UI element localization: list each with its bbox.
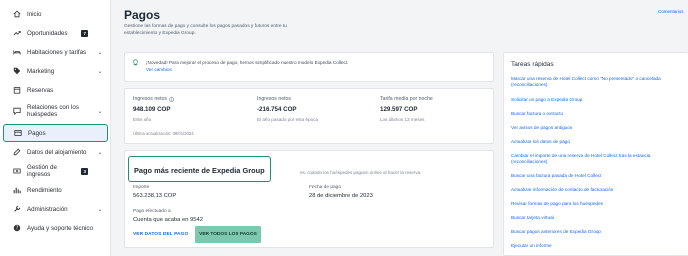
sidebar-item-datos-alojamiento[interactable]: Datos del alojamiento ⌄ [3, 147, 108, 157]
sidebar-item-relaciones[interactable]: Relaciones con los huéspedes ⌄ [3, 103, 108, 119]
home-icon [12, 9, 22, 19]
help-icon: ? [12, 223, 22, 233]
stat-label-text: Ingresos netos [133, 96, 168, 102]
sidebar-item-label: Inicio [27, 10, 42, 18]
stat-period: Los últimos 12 meses [380, 117, 425, 122]
sidebar-item-marketing[interactable]: Marketing ⌄ [3, 66, 108, 76]
payment-date-field: Fecha de pago 28 de diciembre de 2023 [309, 185, 373, 199]
stat-label: Ingresos netos [257, 96, 292, 102]
chevron-down-icon: ⌄ [97, 108, 103, 115]
sidebar-item-label: Pagos [28, 129, 46, 137]
quick-tasks-title: Tareas rápidas [511, 61, 554, 68]
recent-payment-title: Pago más reciente de Expedia Group [134, 166, 265, 175]
stat-value: 129.597 COP [380, 106, 418, 113]
sidebar-item-reservas[interactable]: Reservas [3, 85, 108, 95]
account-value: Cuenta que acaba en 9542 [133, 217, 203, 223]
payment-date-value: 28 de diciembre de 2023 [309, 193, 373, 199]
sidebar-item-label: Administración [27, 205, 68, 213]
sidebar: Inicio Oportunidades 7 Habitaciones y ta… [0, 0, 111, 256]
sidebar-item-label: Reservas [27, 86, 54, 94]
sidebar-item-ayuda[interactable]: ? Ayuda y soporte técnico [3, 223, 108, 233]
notice-text: ¡Novedad! Para mejorar el proceso de pag… [146, 60, 356, 73]
sidebar-item-label: Gestión de ingresos [27, 164, 57, 178]
task-link[interactable]: Buscar tarjeta virtual [511, 215, 687, 221]
tag-icon [12, 66, 22, 76]
sidebar-item-oportunidades[interactable]: Oportunidades 7 [3, 28, 108, 38]
task-link[interactable]: Ejecutar un informe [511, 243, 687, 249]
edit-icon [12, 147, 22, 157]
stat-average-nightly-rate: Tarifa media por noche 129.597 COP Los ú… [380, 96, 490, 122]
sidebar-item-label: Relaciones con los huéspedes [27, 104, 79, 118]
sidebar-item-label: Marketing [27, 67, 55, 75]
wrench-icon [12, 204, 22, 214]
task-link[interactable]: Buscar factura o extracto [511, 111, 687, 117]
account-label: Pago efectuado a [133, 209, 171, 214]
sidebar-item-label: Habitaciones y tarifas [27, 48, 87, 56]
chevron-down-icon: ⌄ [97, 206, 103, 213]
sidebar-item-pagos[interactable]: Pagos [3, 124, 108, 142]
sidebar-item-rendimiento[interactable]: Rendimiento [3, 185, 108, 195]
revenue-stats-card: Ingresos netos 948.109 COP Este año Ingr… [124, 88, 494, 144]
account-field: Pago efectuado a Cuenta que acaba en 954… [133, 209, 203, 223]
chat-icon [12, 106, 22, 116]
chevron-down-icon: ⌄ [97, 149, 103, 156]
notification-badge: 3 [81, 167, 88, 175]
sidebar-item-habitaciones[interactable]: Habitaciones y tarifas ⌄ [3, 47, 108, 57]
lightbulb-icon [133, 59, 138, 66]
task-link[interactable]: Ver avisos de pagos antiguos [511, 125, 687, 131]
sidebar-item-inicio[interactable]: Inicio [3, 9, 108, 19]
chevron-down-icon: ⌄ [97, 68, 103, 75]
last-updated: Última actualización: 09/01/2024 [133, 131, 194, 136]
chevron-down-icon: ⌄ [97, 49, 103, 56]
recent-payment-card: Pago más reciente de Expedia Group es, c… [124, 150, 494, 248]
money-icon [12, 166, 22, 176]
task-link[interactable]: Marcar una reserva de Hotel Collect como… [511, 76, 687, 88]
stat-value: -216.754 COP [257, 106, 297, 113]
stat-net-revenue-this-year: Ingresos netos 948.109 COP Este año [133, 96, 243, 122]
task-link[interactable]: Buscar una factura pasada de Hotel Colle… [511, 173, 687, 179]
payment-date-label: Fecha de pago [309, 185, 342, 190]
task-link[interactable]: Actualizar los datos de pago [511, 139, 687, 145]
info-icon[interactable] [169, 96, 174, 102]
trend-up-icon [12, 28, 22, 38]
calendar-icon [12, 85, 22, 95]
chart-icon [12, 185, 22, 195]
stat-label: Tarifa media por noche [380, 96, 433, 102]
sidebar-item-label: Datos del alojamiento [27, 148, 87, 156]
amount-field: Importe 563.238,13 COP [133, 185, 176, 199]
task-link[interactable]: Buscar pagos anteriores de Expedia Group [511, 229, 687, 235]
page-title: Pagos [124, 8, 161, 22]
recent-payment-heading: Pago más reciente de Expedia Group [128, 156, 271, 182]
sidebar-item-administracion[interactable]: Administración ⌄ [3, 204, 108, 214]
amount-label: Importe [133, 185, 150, 190]
task-link[interactable]: Revisar formas de pago para los huéspede… [511, 201, 687, 207]
stat-value: 948.109 COP [133, 106, 171, 113]
view-changes-link[interactable]: Ver cambios [146, 67, 172, 72]
notice-message: ¡Novedad! Para mejorar el proceso de pag… [146, 60, 349, 65]
sidebar-item-label: Oportunidades [27, 29, 68, 37]
sidebar-item-label: Rendimiento [27, 186, 62, 194]
view-all-payments-button[interactable]: VER TODOS LOS PAGOS [195, 226, 261, 243]
task-link[interactable]: Actualizar información de contacto de fa… [511, 187, 687, 193]
payment-icon [13, 128, 23, 138]
page-subtitle: Gestione las formas de pago y consulte l… [124, 24, 287, 36]
stat-period: El año pasado por esta época [257, 117, 319, 122]
comments-link[interactable]: Comentarios [658, 9, 684, 14]
notice-banner: ¡Novedad! Para mejorar el proceso de pag… [124, 52, 494, 82]
recent-payment-description: es, cuando los huéspedes paguen online a… [300, 170, 422, 175]
stat-label: Ingresos netos [133, 96, 243, 102]
bed-icon [12, 47, 22, 57]
task-link[interactable]: Cambiar el importe de una reserva de Hot… [511, 153, 687, 165]
stat-period: Este año [133, 117, 152, 122]
task-link[interactable]: Solicitar un pago a Expedia Group [511, 97, 687, 103]
stat-net-revenue-last-year: Ingresos netos -216.754 COP El año pasad… [257, 96, 367, 122]
sidebar-item-label: Ayuda y soporte técnico [27, 224, 93, 232]
quick-tasks-panel: Tareas rápidas Marcar una reserva de Hot… [503, 52, 688, 256]
notification-badge: 7 [81, 29, 88, 37]
sidebar-item-gestion-ingresos[interactable]: Gestión de ingresos 3 [3, 164, 108, 178]
view-payment-details-button[interactable]: VER DATOS DEL PAGO [133, 232, 188, 237]
amount-value: 563.238,13 COP [133, 193, 177, 199]
